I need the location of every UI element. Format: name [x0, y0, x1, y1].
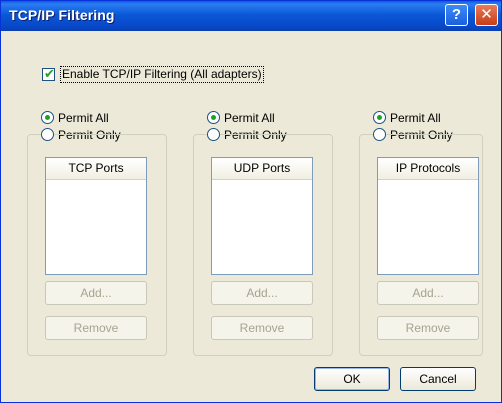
radio-selected-icon[interactable]: [207, 111, 220, 124]
udp-permit-all-label: Permit All: [224, 110, 275, 125]
ip-column: Permit All Permit Only IP Protocols Add.…: [359, 109, 497, 356]
enable-filtering-checkbox[interactable]: ✔: [42, 66, 55, 81]
enable-filtering-label[interactable]: Enable TCP/IP Filtering (All adapters): [60, 66, 264, 83]
ip-permit-all-radio[interactable]: Permit All: [373, 109, 497, 126]
radio-unselected-icon[interactable]: [207, 128, 220, 141]
ip-permit-all-label: Permit All: [390, 110, 441, 125]
window-title: TCP/IP Filtering: [9, 7, 115, 23]
udp-add-button[interactable]: Add...: [211, 281, 313, 305]
radio-unselected-icon[interactable]: [373, 128, 386, 141]
tcpip-filtering-dialog: TCP/IP Filtering ? ✕ ✔ Enable TCP/IP Fil…: [0, 0, 502, 403]
udp-ports-header[interactable]: UDP Ports: [212, 158, 312, 180]
checkmark-icon: ✔: [44, 66, 55, 81]
cancel-button[interactable]: Cancel: [400, 367, 476, 391]
ip-remove-button[interactable]: Remove: [377, 316, 479, 340]
udp-column: Permit All Permit Only UDP Ports Add... …: [193, 109, 333, 356]
radio-selected-icon[interactable]: [373, 111, 386, 124]
ip-protocols-header[interactable]: IP Protocols: [378, 158, 478, 180]
tcp-column: Permit All Permit Only TCP Ports Add... …: [27, 109, 167, 356]
tcp-remove-button[interactable]: Remove: [45, 316, 147, 340]
enable-filtering-checkbox-row[interactable]: ✔ Enable TCP/IP Filtering (All adapters): [42, 66, 264, 83]
udp-permit-all-radio[interactable]: Permit All: [207, 109, 331, 126]
tcp-permit-all-label: Permit All: [58, 110, 109, 125]
ip-protocols-list[interactable]: IP Protocols: [377, 157, 479, 275]
ok-button[interactable]: OK: [314, 367, 390, 391]
close-icon[interactable]: ✕: [475, 4, 498, 26]
tcp-ports-list[interactable]: TCP Ports: [45, 157, 147, 275]
ip-add-button[interactable]: Add...: [377, 281, 479, 305]
udp-ports-list[interactable]: UDP Ports: [211, 157, 313, 275]
title-bar[interactable]: TCP/IP Filtering ? ✕: [1, 1, 501, 31]
radio-selected-icon[interactable]: [41, 111, 54, 124]
radio-unselected-icon[interactable]: [41, 128, 54, 141]
help-icon[interactable]: ?: [445, 4, 468, 26]
tcp-add-button[interactable]: Add...: [45, 281, 147, 305]
tcp-permit-all-radio[interactable]: Permit All: [41, 109, 165, 126]
tcp-ports-header[interactable]: TCP Ports: [46, 158, 146, 180]
udp-remove-button[interactable]: Remove: [211, 316, 313, 340]
